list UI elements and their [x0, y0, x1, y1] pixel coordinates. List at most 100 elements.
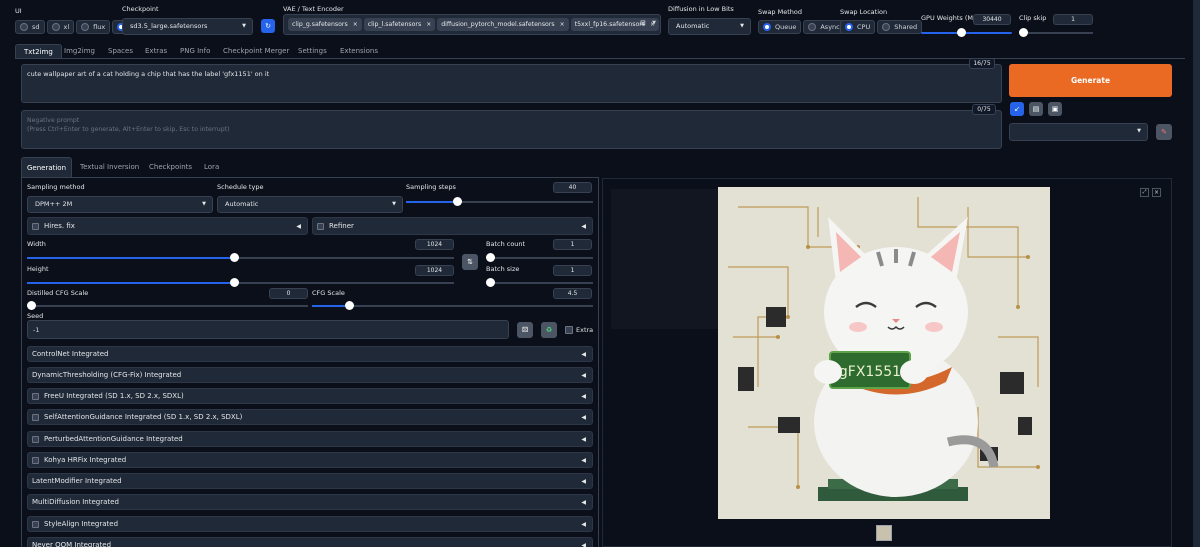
slider-thumb[interactable]: [230, 253, 239, 262]
refiner-accordion[interactable]: Refiner ◀: [312, 217, 593, 235]
vae-chip: clip_g.safetensors ×: [288, 18, 362, 31]
accordion-item[interactable]: DynamicThresholding (CFG-Fix) Integrated…: [27, 367, 593, 383]
ui-radio-sd[interactable]: sd: [15, 20, 45, 34]
accordion-item[interactable]: Kohya HRFix Integrated ◀: [27, 452, 593, 468]
batch-count-input[interactable]: 1: [553, 239, 592, 250]
extra-checkbox[interactable]: [565, 326, 573, 334]
accordion-checkbox[interactable]: [32, 413, 39, 421]
tab-checkpoint-merger[interactable]: Checkpoint Merger: [223, 44, 289, 58]
swap-location-shared[interactable]: Shared: [877, 20, 923, 34]
vae-chip: diffusion_pytorch_model.safetensors ×: [437, 18, 569, 31]
tab-png-info[interactable]: PNG Info: [180, 44, 210, 58]
clip-skip-input[interactable]: 1: [1053, 14, 1093, 25]
close-icon[interactable]: ×: [560, 21, 565, 28]
edit-styles-button[interactable]: ✎: [1156, 124, 1172, 140]
cfg-scale-slider[interactable]: [312, 301, 593, 310]
slider-thumb[interactable]: [453, 197, 462, 206]
close-icon[interactable]: ×: [426, 21, 431, 28]
gallery-thumbnail[interactable]: [876, 525, 892, 541]
swap-location-cpu[interactable]: CPU: [840, 20, 876, 34]
batch-size-input[interactable]: 1: [553, 265, 592, 276]
clip-skip-slider[interactable]: [1019, 28, 1093, 37]
cfg-scale-input[interactable]: 4.5: [553, 288, 592, 299]
chevron-down-icon[interactable]: ▼: [652, 20, 656, 26]
sampling-steps-input[interactable]: 40: [553, 182, 592, 193]
width-input[interactable]: 1024: [415, 239, 454, 250]
random-seed-button[interactable]: ⚄: [517, 322, 533, 338]
slider-thumb[interactable]: [230, 278, 239, 287]
collapse-arrow-icon: ◀: [581, 541, 586, 547]
slider-thumb[interactable]: [486, 278, 495, 287]
reuse-seed-button[interactable]: ♻: [541, 322, 557, 338]
accordion-item[interactable]: FreeU Integrated (SD 1.x, SD 2.x, SDXL) ◀: [27, 388, 593, 404]
subtab-generation[interactable]: Generation: [21, 157, 72, 178]
accordion-checkbox[interactable]: [32, 520, 39, 528]
swap-method-async[interactable]: Async: [803, 20, 845, 34]
slider-thumb[interactable]: [345, 301, 354, 310]
close-icon[interactable]: ×: [353, 21, 358, 28]
refresh-checkpoint-button[interactable]: ↻: [261, 19, 275, 33]
slider-thumb[interactable]: [27, 301, 36, 310]
prompt-textarea[interactable]: cute wallpaper art of a cat holding a ch…: [21, 64, 1002, 103]
hires-fix-checkbox[interactable]: [32, 222, 39, 230]
refresh-icon: ↻: [265, 22, 271, 30]
slider-thumb[interactable]: [1019, 28, 1028, 37]
accordion-checkbox[interactable]: [32, 392, 39, 400]
ui-radio-flux[interactable]: flux: [76, 20, 111, 34]
batch-size-slider[interactable]: [486, 278, 593, 287]
accordion-item[interactable]: MultiDiffusion Integrated ◀: [27, 494, 593, 510]
seed-input[interactable]: -1: [27, 320, 509, 339]
accordion-item[interactable]: PerturbedAttentionGuidance Integrated ◀: [27, 431, 593, 447]
checkpoint-dropdown[interactable]: sd3.5_large.safetensors ▼: [122, 18, 253, 35]
tab-extensions[interactable]: Extensions: [340, 44, 378, 58]
subtab-checkpoints[interactable]: Checkpoints: [149, 163, 192, 171]
collapse-arrow-icon: ◀: [581, 392, 586, 400]
close-icon[interactable]: ×: [1152, 188, 1161, 197]
trash-button[interactable]: ▤: [1029, 102, 1043, 116]
clipboard-button[interactable]: ▣: [1048, 102, 1062, 116]
hires-fix-accordion[interactable]: Hires. fix ◀: [27, 217, 308, 235]
tab-img2img[interactable]: Img2img: [64, 44, 95, 58]
accordion-checkbox[interactable]: [32, 456, 39, 464]
height-slider[interactable]: [27, 278, 454, 287]
expand-icon[interactable]: ⤢: [1140, 188, 1149, 197]
tab-spaces[interactable]: Spaces: [108, 44, 133, 58]
gpu-weights-slider[interactable]: [921, 28, 1012, 37]
distilled-cfg-slider[interactable]: [27, 301, 308, 310]
generate-button[interactable]: Generate: [1009, 64, 1172, 97]
swap-dimensions-button[interactable]: ⇅: [462, 254, 478, 270]
schedule-type-dropdown[interactable]: Automatic ▼: [217, 196, 403, 213]
sampling-steps-slider[interactable]: [406, 197, 593, 206]
subtab-textual-inversion[interactable]: Textual Inversion: [80, 163, 139, 171]
accordion-item[interactable]: SelfAttentionGuidance Integrated (SD 1.x…: [27, 409, 593, 425]
vae-multiselect[interactable]: clip_g.safetensors × clip_l.safetensors × …: [283, 14, 661, 35]
tab-extras[interactable]: Extras: [145, 44, 167, 58]
swap-method-queue[interactable]: Queue: [758, 20, 802, 34]
diffusion-low-bits-dropdown[interactable]: Automatic ▼: [668, 18, 751, 35]
styles-dropdown[interactable]: ▼: [1009, 123, 1148, 141]
gpu-weights-input[interactable]: 30440: [973, 14, 1011, 25]
accordion-item[interactable]: ControlNet Integrated ◀: [27, 346, 593, 362]
width-slider[interactable]: [27, 253, 454, 262]
height-input[interactable]: 1024: [415, 265, 454, 276]
slider-thumb[interactable]: [486, 253, 495, 262]
subtab-lora[interactable]: Lora: [204, 163, 219, 171]
generated-cat-image[interactable]: gFX1551: [718, 187, 1050, 519]
refiner-checkbox[interactable]: [317, 222, 324, 230]
scrollbar[interactable]: [1193, 0, 1200, 547]
ui-radio-xl[interactable]: xl: [46, 20, 75, 34]
accordion-checkbox[interactable]: [32, 435, 39, 443]
paste-params-button[interactable]: ↙: [1010, 102, 1024, 116]
tab-settings[interactable]: Settings: [298, 44, 327, 58]
tab-txt2img[interactable]: Txt2img: [15, 44, 62, 58]
accordion-item[interactable]: StyleAlign Integrated ◀: [27, 516, 593, 532]
slider-thumb[interactable]: [957, 28, 966, 37]
accordion-label: StyleAlign Integrated: [44, 520, 119, 528]
accordion-item[interactable]: LatentModifier Integrated ◀: [27, 473, 593, 489]
distilled-cfg-input[interactable]: 0: [269, 288, 308, 299]
negative-prompt-textarea[interactable]: Negative prompt (Press Ctrl+Enter to gen…: [21, 110, 1002, 149]
clear-all-icon[interactable]: ⊠: [640, 19, 646, 27]
sampling-method-dropdown[interactable]: DPM++ 2M ▼: [27, 196, 213, 213]
accordion-item[interactable]: Never OOM Integrated ◀: [27, 537, 593, 547]
batch-count-slider[interactable]: [486, 253, 593, 262]
